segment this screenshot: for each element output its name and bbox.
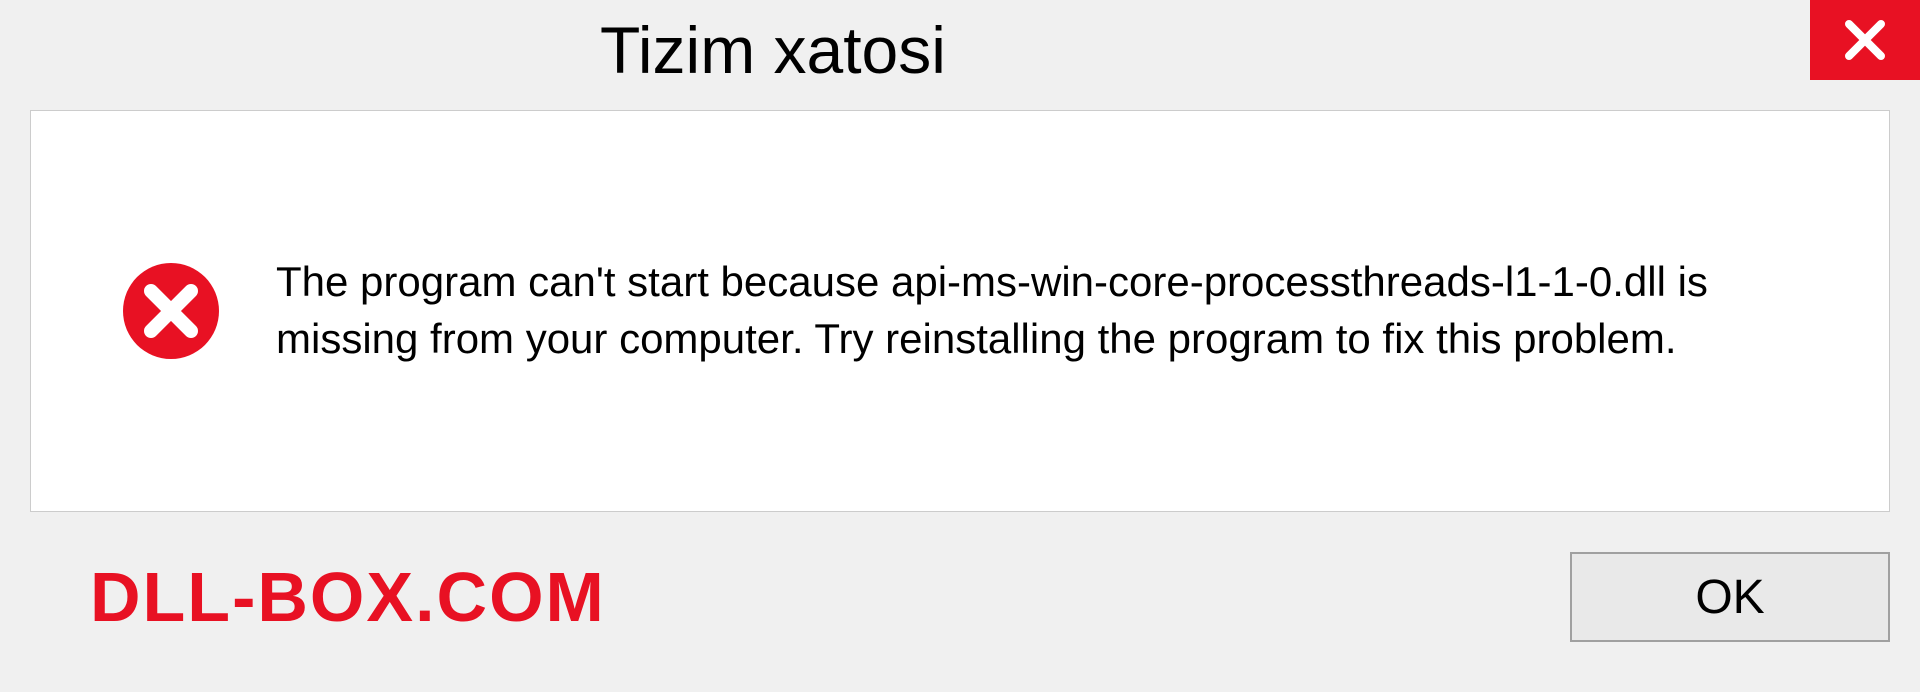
titlebar: Tizim xatosi [0,0,1920,110]
close-button[interactable] [1810,0,1920,80]
error-dialog: Tizim xatosi The program can't start bec… [0,0,1920,692]
error-icon [121,261,221,361]
watermark-text: DLL-BOX.COM [30,557,606,637]
ok-button[interactable]: OK [1570,552,1890,642]
error-message: The program can't start because api-ms-w… [276,254,1829,367]
content-panel: The program can't start because api-ms-w… [30,110,1890,512]
dialog-title: Tizim xatosi [600,0,946,88]
footer: DLL-BOX.COM OK [0,542,1920,692]
close-icon [1841,16,1889,64]
